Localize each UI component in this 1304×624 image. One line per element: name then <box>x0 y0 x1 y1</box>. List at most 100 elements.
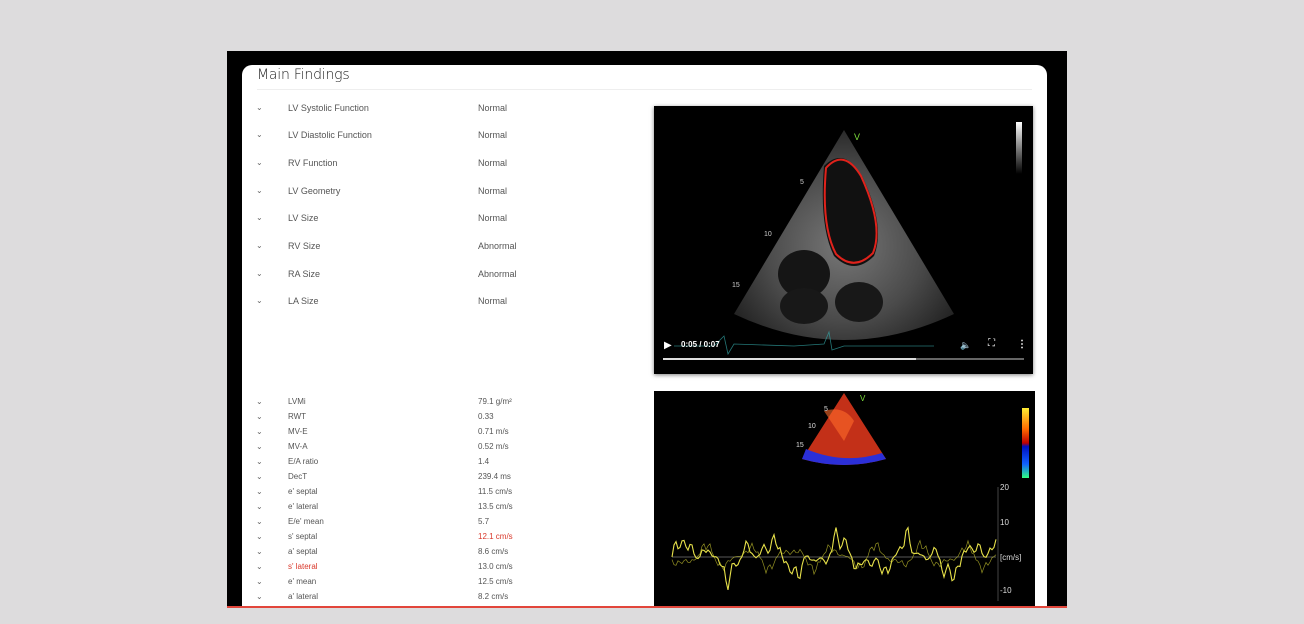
depth-mark: 15 <box>732 282 740 289</box>
chevron-down-icon[interactable]: ⌄ <box>256 442 263 451</box>
measurement-label: e' mean <box>288 577 317 586</box>
chevron-down-icon[interactable]: ⌄ <box>256 213 263 222</box>
velocity-scale-label: 10 <box>1000 518 1009 527</box>
finding-row[interactable]: ⌄ LV Size Normal <box>242 213 642 227</box>
video-progress-bar[interactable] <box>663 358 1024 360</box>
measurement-row[interactable]: ⌄ RWT 0.33 <box>242 412 642 426</box>
finding-label: RV Size <box>288 241 321 251</box>
measurement-value: 79.1 g/m² <box>478 397 512 406</box>
depth-mark: 10 <box>764 231 772 238</box>
measurement-row[interactable]: ⌄ E/e' mean 5.7 <box>242 517 642 531</box>
chevron-down-icon[interactable]: ⌄ <box>256 427 263 436</box>
measurement-label: LVMi <box>288 397 306 406</box>
velocity-scale-label: 20 <box>1000 483 1009 492</box>
orientation-marker: V <box>854 132 860 142</box>
chevron-down-icon[interactable]: ⌄ <box>256 269 263 278</box>
fullscreen-icon[interactable]: ⛶ <box>988 338 995 349</box>
finding-value: Normal <box>478 296 508 306</box>
finding-value: Abnormal <box>478 269 517 279</box>
chevron-down-icon[interactable]: ⌄ <box>256 412 263 421</box>
finding-row[interactable]: ⌄ RA Size Abnormal <box>242 269 642 283</box>
chevron-down-icon[interactable]: ⌄ <box>256 532 263 541</box>
chevron-down-icon[interactable]: ⌄ <box>256 547 263 556</box>
measurement-row[interactable]: ⌄ MV-E 0.71 m/s <box>242 427 642 441</box>
echo-video-player[interactable]: V 5 10 15 ▶ 0:05 / 0:07 🔈 ⛶ ⋮ <box>654 106 1033 374</box>
finding-row[interactable]: ⌄ LA Size Normal <box>242 296 642 310</box>
chevron-down-icon[interactable]: ⌄ <box>256 592 263 601</box>
measurement-row[interactable]: ⌄ DecT 239.4 ms <box>242 472 642 486</box>
chevron-down-icon[interactable]: ⌄ <box>256 487 263 496</box>
measurement-row[interactable]: ⌄ a' septal 8.6 cm/s <box>242 547 642 561</box>
chevron-down-icon[interactable]: ⌄ <box>256 186 263 195</box>
finding-row[interactable]: ⌄ RV Function Normal <box>242 158 642 172</box>
findings-card: Main Findings ⌄ LV Systolic Function Nor… <box>242 65 1047 606</box>
chevron-down-icon[interactable]: ⌄ <box>256 241 263 250</box>
finding-label: LV Systolic Function <box>288 103 369 113</box>
gray-scale-bar <box>1016 122 1022 174</box>
measurement-value: 0.71 m/s <box>478 427 509 436</box>
chevron-down-icon[interactable]: ⌄ <box>256 130 263 139</box>
doppler-graphic: V 5 10 15 <box>671 393 1029 601</box>
finding-row[interactable]: ⌄ LV Geometry Normal <box>242 186 642 200</box>
finding-row[interactable]: ⌄ LV Systolic Function Normal <box>242 103 642 117</box>
measurement-row[interactable]: ⌄ LVMi 79.1 g/m² <box>242 397 642 411</box>
finding-label: LV Diastolic Function <box>288 130 372 140</box>
finding-label: RA Size <box>288 269 321 279</box>
chevron-down-icon[interactable]: ⌄ <box>256 103 263 112</box>
chevron-down-icon[interactable]: ⌄ <box>256 457 263 466</box>
chevron-down-icon[interactable]: ⌄ <box>256 577 263 586</box>
measurement-label: MV-E <box>288 427 308 436</box>
chevron-down-icon[interactable]: ⌄ <box>256 562 263 571</box>
depth-mark: 5 <box>824 406 828 413</box>
measurement-row[interactable]: ⌄ s' lateral 13.0 cm/s <box>242 562 642 576</box>
chevron-down-icon[interactable]: ⌄ <box>256 472 263 481</box>
chevron-down-icon[interactable]: ⌄ <box>256 397 263 406</box>
chevron-down-icon[interactable]: ⌄ <box>256 517 263 526</box>
finding-value: Normal <box>478 213 508 223</box>
play-button[interactable]: ▶ <box>664 340 672 351</box>
depth-mark: 15 <box>796 442 804 449</box>
finding-label: LV Geometry <box>288 186 341 196</box>
color-scale-bar <box>1022 408 1029 478</box>
ra-chamber <box>780 288 828 324</box>
measurement-label: a' lateral <box>288 592 318 601</box>
measurement-label-flagged: s' lateral <box>288 562 318 571</box>
measurement-value: 13.5 cm/s <box>478 502 513 511</box>
volume-icon[interactable]: 🔈 <box>960 340 971 351</box>
orientation-marker: V <box>860 394 866 403</box>
la-chamber <box>835 282 883 322</box>
measurement-label: a' septal <box>288 547 318 556</box>
chevron-down-icon[interactable]: ⌄ <box>256 296 263 305</box>
measurement-row[interactable]: ⌄ E/A ratio 1.4 <box>242 457 642 471</box>
title-divider <box>257 89 1032 90</box>
measurement-row[interactable]: ⌄ e' mean 12.5 cm/s <box>242 577 642 591</box>
measurement-value: 13.0 cm/s <box>478 562 513 571</box>
page-title: Main Findings <box>257 67 350 83</box>
measurement-value: 8.6 cm/s <box>478 547 509 556</box>
finding-value: Normal <box>478 158 508 168</box>
measurement-value: 11.5 cm/s <box>478 487 513 496</box>
echo-apical-view: V 5 10 15 <box>674 122 1022 356</box>
measurement-value-flagged: 12.1 cm/s <box>478 532 513 541</box>
measurement-row[interactable]: ⌄ e' lateral 13.5 cm/s <box>242 502 642 516</box>
video-progress-fill <box>663 358 916 360</box>
measurement-row[interactable]: ⌄ s' septal 12.1 cm/s <box>242 532 642 546</box>
more-options-icon[interactable]: ⋮ <box>1017 339 1027 350</box>
measurement-label: s' septal <box>288 532 318 541</box>
measurement-value: 239.4 ms <box>478 472 511 481</box>
finding-label: LA Size <box>288 296 319 306</box>
measurement-label: e' lateral <box>288 502 318 511</box>
doppler-trace-noise <box>671 539 997 576</box>
measurement-row[interactable]: ⌄ e' septal 11.5 cm/s <box>242 487 642 501</box>
finding-value: Normal <box>478 130 508 140</box>
measurement-label: E/e' mean <box>288 517 324 526</box>
chevron-down-icon[interactable]: ⌄ <box>256 502 263 511</box>
finding-row[interactable]: ⌄ LV Diastolic Function Normal <box>242 130 642 144</box>
finding-row[interactable]: ⌄ RV Size Abnormal <box>242 241 642 255</box>
finding-value: Normal <box>478 186 508 196</box>
measurement-row[interactable]: ⌄ a' lateral 8.2 cm/s <box>242 592 642 606</box>
finding-value: Normal <box>478 103 508 113</box>
measurement-row[interactable]: ⌄ MV-A 0.52 m/s <box>242 442 642 456</box>
chevron-down-icon[interactable]: ⌄ <box>256 158 263 167</box>
tissue-doppler-view: V 5 10 15 20 10 [cm/s] -10 <box>654 391 1035 606</box>
